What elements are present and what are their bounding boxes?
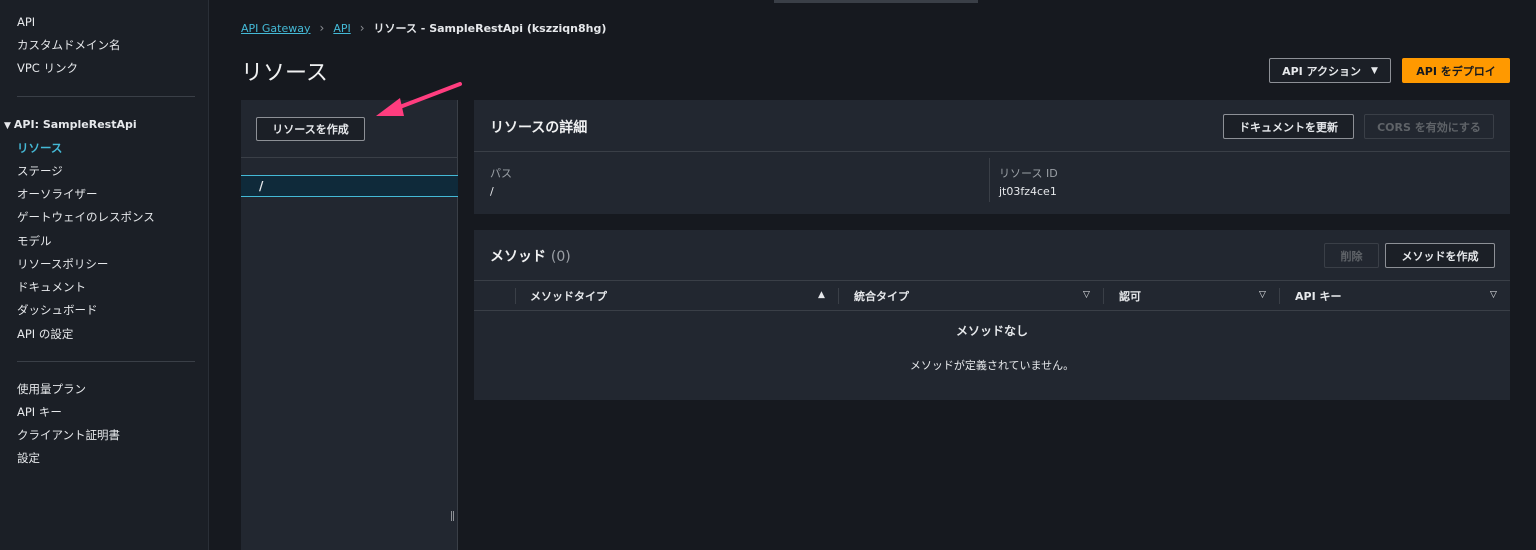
column-separator [838,288,839,304]
card-divider [474,280,1510,281]
methods-count: (0) [550,249,571,265]
nav-item-settings[interactable]: 設定 [17,450,40,466]
nav-item-custom-domain[interactable]: カスタムドメイン名 [17,37,121,53]
column-divider [989,158,990,202]
column-separator [515,288,516,304]
empty-state-description: メソッドが定義されていません。 [909,359,1075,372]
empty-state-title: メソッドなし [955,324,1028,338]
table-header-divider [474,310,1510,311]
breadcrumb-api-gateway[interactable]: API Gateway [241,22,311,35]
methods-title: メソッド (0) [490,246,571,266]
page-title: リソース [241,61,328,86]
breadcrumb: API Gateway › API › リソース - SampleRestApi… [241,20,606,36]
enable-cors-button: CORS を有効にする [1364,114,1494,139]
column-header-integration-type[interactable]: 統合タイプ [854,282,909,310]
nav-section-api[interactable]: ▼ API: SampleRestApi [4,117,137,134]
api-actions-label: API アクション [1282,64,1362,78]
column-header-method-type[interactable]: メソッドタイプ [530,282,607,310]
breadcrumb-current: リソース - SampleRestApi (kszziqn8hg) [373,22,607,35]
annotation-arrow-icon [376,82,462,116]
nav-item-api-keys[interactable]: API キー [17,404,62,420]
methods-title-label: メソッド [490,249,546,265]
nav-item-resource-policy[interactable]: リソースポリシー [17,256,108,272]
top-tab-indicator [774,0,978,3]
resource-path-label: / [259,179,264,193]
path-label: パス [490,167,512,180]
nav-item-stages[interactable]: ステージ [17,163,63,179]
resource-details-card [474,100,1510,214]
nav-item-usage-plans[interactable]: 使用量プラン [17,381,86,397]
resize-handle[interactable] [451,511,454,521]
card-divider [474,151,1510,152]
column-header-api-key[interactable]: API キー [1295,282,1342,310]
breadcrumb-api[interactable]: API [333,22,350,35]
nav-item-resources[interactable]: リソース [17,140,62,156]
resource-details-title: リソースの詳細 [490,120,588,136]
nav-item-gateway-responses[interactable]: ゲートウェイのレスポンス [17,209,155,225]
nav-item-api-settings[interactable]: API の設定 [17,326,73,342]
path-value: / [490,185,494,198]
chevron-right-icon: › [359,21,365,35]
sort-icon[interactable]: ▽ [1490,290,1497,300]
create-resource-button[interactable]: リソースを作成 [256,117,365,141]
create-method-button[interactable]: メソッドを作成 [1385,243,1495,268]
api-actions-button[interactable]: API アクション ▼ [1269,58,1391,83]
nav-divider [17,361,195,362]
caret-down-icon: ▼ [4,121,11,131]
nav-item-dashboard[interactable]: ダッシュボード [17,302,98,318]
caret-down-icon: ▼ [1371,65,1378,76]
sort-ascending-icon[interactable]: ▲ [818,290,825,300]
chevron-right-icon: › [319,21,325,35]
nav-section-label: API: SampleRestApi [13,118,137,131]
column-separator [1103,288,1104,304]
resource-tree-item[interactable]: / [241,175,458,197]
nav-divider [17,96,195,97]
resource-id-label: リソース ID [999,167,1058,180]
delete-method-button: 削除 [1324,243,1379,268]
sort-icon[interactable]: ▽ [1259,290,1266,300]
nav-item-authorizers[interactable]: オーソライザー [17,186,98,202]
deploy-api-button[interactable]: API をデプロイ [1402,58,1510,83]
nav-item-models[interactable]: モデル [17,233,52,249]
update-documentation-button[interactable]: ドキュメントを更新 [1223,114,1354,139]
nav-item-apis[interactable]: API [17,14,35,30]
nav-item-client-certificates[interactable]: クライアント証明書 [17,427,120,443]
side-navigation: API カスタムドメイン名 VPC リンク ▼ API: SampleRestAp… [0,0,209,550]
nav-item-documentation[interactable]: ドキュメント [17,279,86,295]
sort-icon[interactable]: ▽ [1083,290,1090,300]
nav-item-vpc-link[interactable]: VPC リンク [17,60,78,76]
resource-id-value: jt03fz4ce1 [999,185,1057,198]
resource-tree-panel [241,100,458,550]
column-header-authorization[interactable]: 認可 [1119,282,1141,310]
column-separator [1279,288,1280,304]
